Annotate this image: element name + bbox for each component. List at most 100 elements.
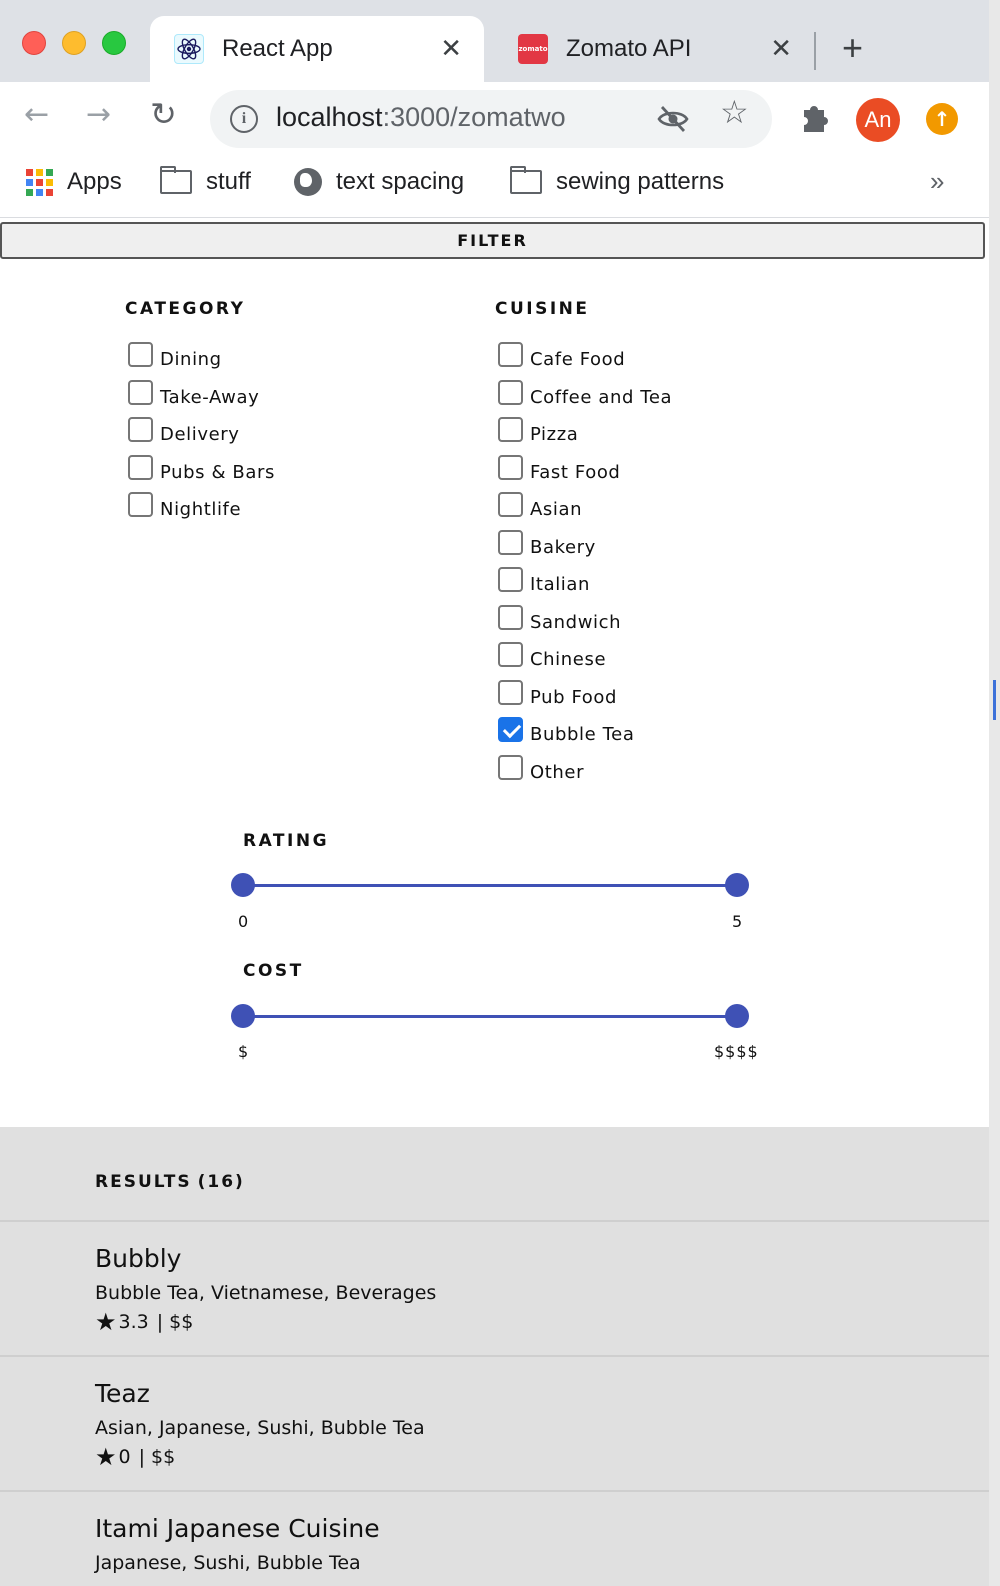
restaurant-name: Itami Japanese Cuisine [95,1514,380,1543]
restaurant-meta: ★ 0 | $$ [95,1445,175,1469]
filter-option-label: Sandwich [530,611,622,633]
results-section: RESULTS (16) Bubbly Bubble Tea, Vietnamese… [0,1127,989,1586]
bookmark-stuff[interactable]: stuff [159,166,251,198]
results-list: Bubbly Bubble Tea, Vietnamese, Beverages ★… [0,1220,989,1586]
slider-track [243,1015,737,1018]
checkbox[interactable] [128,379,153,405]
filter-option[interactable]: Nightlife [128,492,275,530]
close-window-button[interactable] [22,31,46,55]
checkbox[interactable] [498,529,523,555]
maximize-window-button[interactable] [102,31,126,55]
folder-icon [509,166,542,194]
address-bar[interactable]: i localhost:3000/zomatwo ☆ [210,90,772,148]
filter-option[interactable]: Take-Away [128,379,275,418]
back-arrow-icon[interactable]: ← [24,100,49,130]
filter-option-label: Italian [530,574,591,595]
bookmarks-bar: Apps stuff text spacing sewing patterns … [0,156,989,218]
checkbox[interactable] [498,379,523,405]
category-list: Dining Take-Away Delivery Pubs & Bars Nightl… [128,342,275,530]
cost-range-slider[interactable] [231,1001,749,1031]
restaurant-name: Bubbly [95,1244,182,1273]
forward-arrow-icon[interactable]: → [86,100,111,130]
update-arrow-icon[interactable]: ↑ [926,103,958,135]
filter-option[interactable]: Pub Food [498,679,672,718]
tab-react-app[interactable]: React App ✕ [150,16,484,82]
rating-heading: RATING [243,831,330,851]
filter-option[interactable]: Sandwich [498,604,672,643]
new-tab-button[interactable]: + [842,30,863,66]
tab-zomato-api[interactable]: zomato Zomato API ✕ [494,16,814,82]
result-row[interactable]: Teaz Asian, Japanese, Sushi, Bubble Tea ★ 0… [0,1355,989,1490]
category-heading: CATEGORY [125,299,246,319]
filter-option[interactable]: Coffee and Tea [498,379,673,418]
filter-option[interactable]: Pizza [498,417,672,455]
bookmark-sewing-patterns[interactable]: sewing patterns [509,166,724,198]
folder-icon [159,166,192,194]
checkbox[interactable] [128,417,153,442]
minimize-window-button[interactable] [62,31,86,55]
rating-max-label: 5 [732,912,744,931]
restaurant-rating: 0 [118,1446,131,1468]
filter-option[interactable]: Asian [498,492,672,530]
extensions-puzzle-icon[interactable] [798,100,832,138]
tab-strip: React App ✕ zomato Zomato API ✕ + [0,0,989,82]
checkbox[interactable] [498,454,523,480]
rating-range-slider[interactable] [231,870,749,900]
filter-option-label: Bubble Tea [530,724,635,745]
cost-max-label: $$$$ [714,1042,759,1061]
reload-icon[interactable]: ↻ [150,98,177,130]
tab-separator [814,32,816,70]
checkbox-checked[interactable] [498,717,523,742]
tab-title: Zomato API [566,35,692,62]
checkbox[interactable] [498,642,523,667]
checkbox[interactable] [128,342,153,367]
tab-close-icon[interactable]: ✕ [440,36,462,62]
filter-option[interactable]: Other [498,754,672,793]
filter-toggle-button[interactable]: FILTER [0,222,985,259]
checkbox[interactable] [498,604,523,630]
eye-off-icon[interactable] [656,102,690,140]
cost-max-handle[interactable] [725,1004,749,1028]
checkbox[interactable] [498,567,523,592]
bookmark-star-icon[interactable]: ☆ [720,96,749,128]
checkbox[interactable] [498,342,523,367]
rating-min-handle[interactable] [231,873,255,897]
result-row[interactable]: Itami Japanese Cuisine Japanese, Sushi, B… [0,1490,989,1586]
bookmark-apps[interactable]: Apps [26,166,122,198]
checkbox[interactable] [498,754,523,780]
filter-option[interactable]: Chinese [498,642,672,680]
filter-option-label: Cafe Food [530,349,626,370]
checkbox[interactable] [128,492,153,517]
filter-option[interactable]: Dining [128,342,275,380]
filter-option[interactable]: Italian [498,567,672,605]
bookmark-text-spacing[interactable]: text spacing [294,166,464,198]
checkbox[interactable] [498,492,523,517]
result-row[interactable]: Bubbly Bubble Tea, Vietnamese, Beverages ★… [0,1220,989,1355]
filter-option[interactable]: Fast Food [498,454,672,493]
cost-min-handle[interactable] [231,1004,255,1028]
checkbox[interactable] [498,417,523,442]
site-info-icon[interactable]: i [230,105,258,133]
profile-avatar[interactable]: An [856,98,900,142]
checkbox[interactable] [128,454,153,480]
filter-option[interactable]: Cafe Food [498,342,672,380]
rating-max-handle[interactable] [725,873,749,897]
filter-option[interactable]: Bubble Tea [498,717,672,755]
tab-close-icon[interactable]: ✕ [770,36,792,62]
filter-option[interactable]: Bakery [498,529,672,568]
filter-option-label: Bakery [530,536,596,558]
bookmarks-overflow-icon[interactable]: » [930,166,944,197]
checkbox[interactable] [498,679,523,705]
cost-heading: COST [243,961,304,981]
filter-option[interactable]: Pubs & Bars [128,454,275,493]
url-text[interactable]: localhost:3000/zomatwo [276,102,566,133]
bookmark-label: text spacing [336,168,465,195]
browser-chrome: React App ✕ zomato Zomato API ✕ + ← → ↻ … [0,0,989,218]
meta-separator: | [156,1311,164,1333]
filter-option-label: Nightlife [160,499,242,520]
filter-option-label: Coffee and Tea [530,386,673,408]
cost-min-label: $ [238,1042,250,1061]
filter-option-label: Pub Food [530,686,618,708]
filter-option[interactable]: Delivery [128,417,275,455]
meta-separator: | [138,1446,146,1468]
